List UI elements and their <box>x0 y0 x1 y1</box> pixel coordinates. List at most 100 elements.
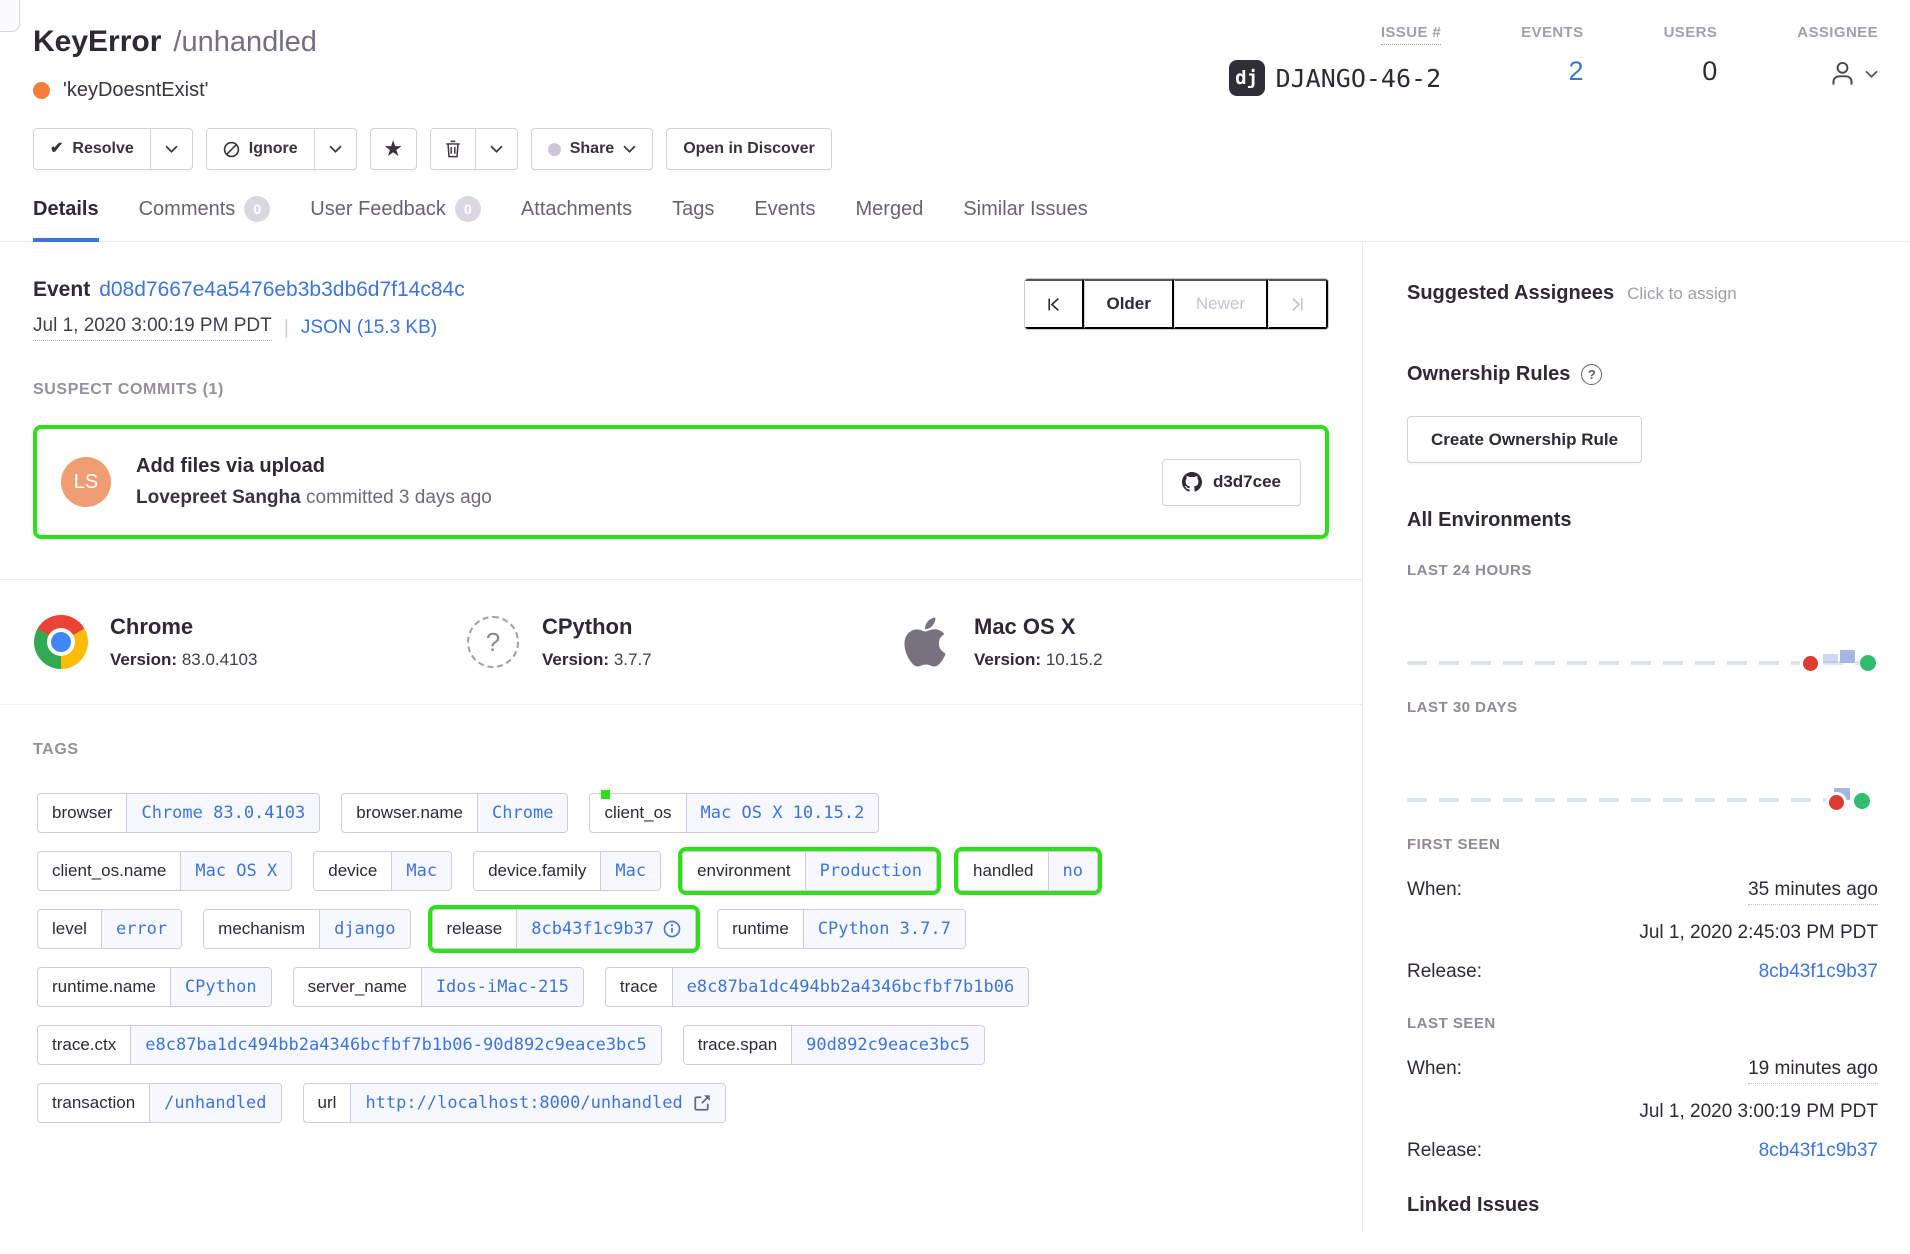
tag-value-link[interactable]: 90d892c9eace3bc5 <box>792 1026 984 1064</box>
event-id-link[interactable]: d08d7667e4a5476eb3b3db6d7f14c84c <box>99 278 465 302</box>
tag-value-link[interactable]: e8c87ba1dc494bb2a4346bcfbf7b1b06-90d892c… <box>131 1026 661 1064</box>
delete-button-group <box>430 128 518 170</box>
users-count: 0 <box>1702 56 1717 87</box>
event-header: Event d08d7667e4a5476eb3b3db6d7f14c84c J… <box>33 278 465 341</box>
share-button[interactable]: Share <box>531 128 653 170</box>
tag-value-link[interactable]: django <box>320 910 409 948</box>
tag-trace: trace e8c87ba1dc494bb2a4346bcfbf7b1b06 <box>601 963 1033 1011</box>
corner-artifact <box>0 0 20 32</box>
tab-label: Similar Issues <box>963 198 1087 221</box>
first-seen-release-link[interactable]: 8cb43f1c9b37 <box>1759 961 1878 983</box>
tab-events[interactable]: Events <box>754 196 815 242</box>
click-to-assign-hint: Click to assign <box>1627 284 1737 304</box>
last-seen-relative-time: 19 minutes ago <box>1748 1058 1878 1084</box>
ignore-button-group: Ignore <box>206 128 357 170</box>
issue-message: 'keyDoesntExist' <box>63 79 208 102</box>
delete-button[interactable] <box>430 128 476 170</box>
error-level-dot-icon <box>33 82 50 99</box>
resolve-dropdown-button[interactable] <box>150 128 193 170</box>
ban-icon <box>223 141 240 158</box>
tab-details[interactable]: Details <box>33 196 99 242</box>
tab-label: Details <box>33 198 99 221</box>
stat-users: USERS 0 <box>1664 24 1718 96</box>
tab-user-feedback[interactable]: User Feedback 0 <box>310 196 481 242</box>
tab-similar-issues[interactable]: Similar Issues <box>963 196 1087 242</box>
tag-value-link[interactable]: no <box>1049 852 1097 890</box>
last-seen-release-link[interactable]: 8cb43f1c9b37 <box>1759 1140 1878 1162</box>
tag-value-link[interactable]: Chrome <box>478 794 567 832</box>
ignore-button[interactable]: Ignore <box>206 128 315 170</box>
tags-section: TAGS browser Chrome 83.0.4103 browser.na… <box>0 705 1362 1127</box>
older-event-button[interactable]: Older <box>1084 279 1173 329</box>
tab-comments[interactable]: Comments 0 <box>139 196 271 242</box>
tag-value-link[interactable]: e8c87ba1dc494bb2a4346bcfbf7b1b06 <box>673 968 1029 1006</box>
django-project-icon: dj <box>1229 60 1265 96</box>
tag-value-link[interactable]: Production <box>806 852 936 890</box>
oldest-event-button[interactable] <box>1025 279 1084 329</box>
tab-tags[interactable]: Tags <box>672 196 714 242</box>
tag-value-link[interactable]: /unhandled <box>150 1084 280 1122</box>
tag-value-link[interactable]: error <box>102 910 181 948</box>
tag-value-link[interactable]: Mac OS X 10.15.2 <box>687 794 879 832</box>
create-ownership-rule-button[interactable]: Create Ownership Rule <box>1407 416 1642 463</box>
tab-label: User Feedback <box>310 198 446 221</box>
info-icon[interactable] <box>663 920 681 938</box>
tag-value-link[interactable]: CPython 3.7.7 <box>804 910 965 948</box>
ignore-dropdown-button[interactable] <box>314 128 357 170</box>
stat-assignee: ASSIGNEE <box>1797 24 1878 96</box>
tag-value-link[interactable]: http://localhost:8000/unhandled <box>351 1084 724 1122</box>
context-name: Chrome <box>110 614 257 640</box>
tag-trace.span: trace.span 90d892c9eace3bc5 <box>679 1021 989 1069</box>
commit-message: Add files via upload <box>136 455 1137 478</box>
all-environments-title: All Environments <box>1407 509 1878 532</box>
last-30-days-label: LAST 30 DAYS <box>1407 699 1878 716</box>
issue-stats: ISSUE # dj DJANGO-46-2 EVENTS 2 USERS 0 … <box>1229 20 1878 96</box>
resolve-button[interactable]: ✔ Resolve <box>33 128 151 170</box>
version-value: 3.7.7 <box>614 650 652 669</box>
tag-browser.name: browser.name Chrome <box>337 789 572 837</box>
issue-type: KeyError <box>33 25 161 58</box>
version-label: Version: <box>542 650 609 669</box>
ignore-label: Ignore <box>249 140 298 158</box>
tag-value-link[interactable]: Mac <box>392 852 451 890</box>
last-24-hours-label: LAST 24 HOURS <box>1407 562 1878 579</box>
tag-key: client_os <box>590 794 686 832</box>
tag-level: level error <box>33 905 186 953</box>
open-in-discover-button[interactable]: Open in Discover <box>666 128 832 170</box>
first-seen-date: Jul 1, 2020 2:45:03 PM PDT <box>1639 922 1878 944</box>
event-json-link[interactable]: JSON (15.3 KB) <box>301 317 437 339</box>
assignee-dropdown[interactable] <box>1827 58 1878 89</box>
delete-dropdown-button[interactable] <box>475 128 518 170</box>
chevron-down-icon <box>490 145 503 153</box>
tag-value-link[interactable]: Mac <box>601 852 660 890</box>
tag-value-link[interactable]: Idos-iMac-215 <box>422 968 583 1006</box>
tag-value-link[interactable]: CPython <box>171 968 271 1006</box>
tab-merged[interactable]: Merged <box>856 196 924 242</box>
commit-sha-button[interactable]: d3d7cee <box>1162 459 1301 506</box>
check-icon: ✔ <box>50 141 63 157</box>
tag-value-link[interactable]: Chrome 83.0.4103 <box>127 794 319 832</box>
when-label: When: <box>1407 879 1462 901</box>
event-bar <box>1840 650 1855 663</box>
tag-runtime.name: runtime.name CPython <box>33 963 276 1011</box>
users-label: USERS <box>1664 24 1718 41</box>
annotation-dot <box>601 790 610 799</box>
tag-server_name: server_name Idos-iMac-215 <box>289 963 588 1011</box>
star-icon: ★ <box>385 140 402 159</box>
chevron-down-icon <box>329 145 342 153</box>
linked-issues-title: Linked Issues <box>1407 1194 1878 1217</box>
issue-short-id[interactable]: dj DJANGO-46-2 <box>1229 60 1442 96</box>
issue-culprit: /unhandled <box>173 26 317 58</box>
skip-to-last-icon <box>1290 297 1305 312</box>
issue-header: KeyError/unhandled 'keyDoesntExist' ISSU… <box>0 0 1910 170</box>
tab-attachments[interactable]: Attachments <box>521 196 632 242</box>
tag-value-link[interactable]: 8cb43f1c9b37 <box>517 910 695 948</box>
first-seen-label: FIRST SEEN <box>1407 836 1878 853</box>
bookmark-star-button[interactable]: ★ <box>370 128 417 170</box>
tag-value-link[interactable]: Mac OS X <box>181 852 291 890</box>
annotation-highlight-box: LS Add files via upload Lovepreet Sangha… <box>33 425 1329 539</box>
external-link-icon[interactable] <box>692 1094 711 1113</box>
action-toolbar: ✔ Resolve Ignore ★ <box>33 128 1878 170</box>
events-count-link[interactable]: 2 <box>1569 56 1584 87</box>
help-icon[interactable]: ? <box>1581 364 1602 385</box>
